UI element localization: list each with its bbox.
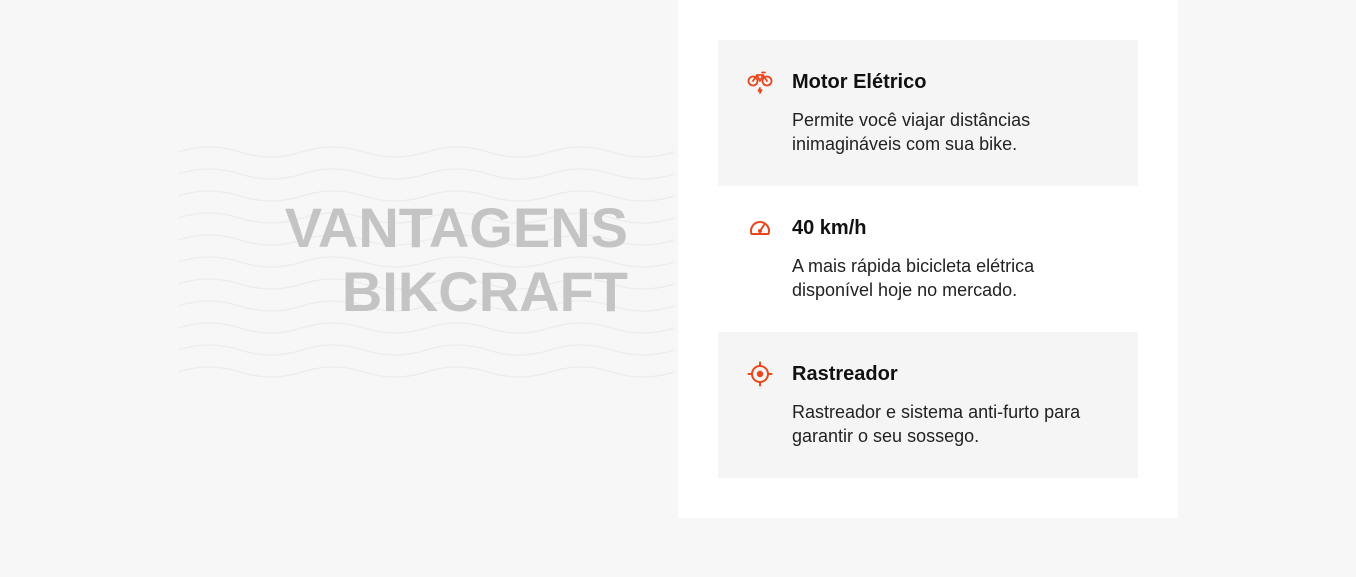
advantage-description: Permite você viajar distâncias inimaginá… <box>792 110 1031 154</box>
advantage-description: A mais rápida bicicleta elétrica disponí… <box>792 256 1035 300</box>
advantage-item-motor: Motor Elétrico Permite você viajar distâ… <box>718 40 1138 186</box>
advantages-panel: Motor Elétrico Permite você viajar distâ… <box>678 0 1178 518</box>
advantage-title: Motor Elétrico <box>792 71 927 93</box>
section-title-line-2: BIKCRAFT <box>341 260 628 323</box>
advantage-item-speed: 40 km/h A mais rápida bicicleta elétrica… <box>718 186 1138 332</box>
advantage-item-tracker: Rastreador Rastreador e sistema anti-fur… <box>718 332 1138 478</box>
advantage-title: 40 km/h <box>792 217 867 239</box>
target-tracker-icon <box>746 360 774 388</box>
speedometer-icon <box>746 214 774 242</box>
electric-bike-icon <box>746 68 774 96</box>
section-title-line-1: VANTAGENS <box>284 196 628 259</box>
section-title: VANTAGENS BIKCRAFT <box>200 196 628 324</box>
advantage-title: Rastreador <box>792 363 898 385</box>
advantage-description: Rastreador e sistema anti-furto para gar… <box>792 402 1081 446</box>
